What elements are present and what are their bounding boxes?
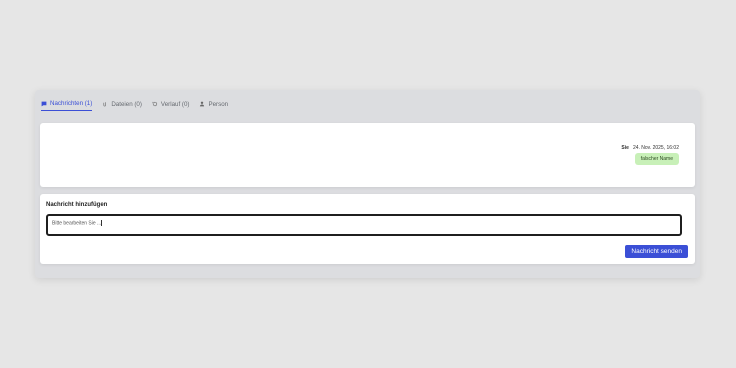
tab-history[interactable]: Verlauf (0) xyxy=(152,98,190,111)
message-tag: falscher Name xyxy=(634,153,679,165)
tab-bar: Nachrichten (1) Dateien (0) Verlauf (0) … xyxy=(41,97,228,111)
message-input-text: Bitte bearbeiten Sie ... xyxy=(52,220,102,227)
message-panel: Nachrichten (1) Dateien (0) Verlauf (0) … xyxy=(35,90,700,278)
history-icon xyxy=(152,101,158,107)
tab-label: Nachrichten (1) xyxy=(50,100,93,107)
message-icon xyxy=(41,101,47,106)
text-caret xyxy=(101,220,102,226)
send-message-button[interactable]: Nachricht senden xyxy=(625,245,688,258)
tab-files[interactable]: Dateien (0) xyxy=(102,98,142,111)
paperclip-icon xyxy=(103,102,107,107)
message-timestamp: 24. Nov. 2025, 16:02 xyxy=(632,145,679,151)
message-sender: Sie xyxy=(621,145,629,151)
message-list: Sie 24. Nov. 2025, 16:02 falscher Name xyxy=(40,123,695,187)
person-icon xyxy=(200,101,205,107)
message-meta: Sie 24. Nov. 2025, 16:02 xyxy=(621,145,679,151)
tab-label: Verlauf (0) xyxy=(160,100,190,108)
tab-messages[interactable]: Nachrichten (1) xyxy=(41,97,93,111)
tab-label: Dateien (0) xyxy=(111,100,142,108)
tab-label: Person xyxy=(208,100,229,108)
message-input[interactable]: Bitte bearbeiten Sie ... xyxy=(46,214,682,236)
compose-title: Nachricht hinzufügen xyxy=(46,202,108,208)
compose-card: Nachricht hinzufügen Bitte bearbeiten Si… xyxy=(40,194,695,264)
tab-person[interactable]: Person xyxy=(199,98,228,111)
